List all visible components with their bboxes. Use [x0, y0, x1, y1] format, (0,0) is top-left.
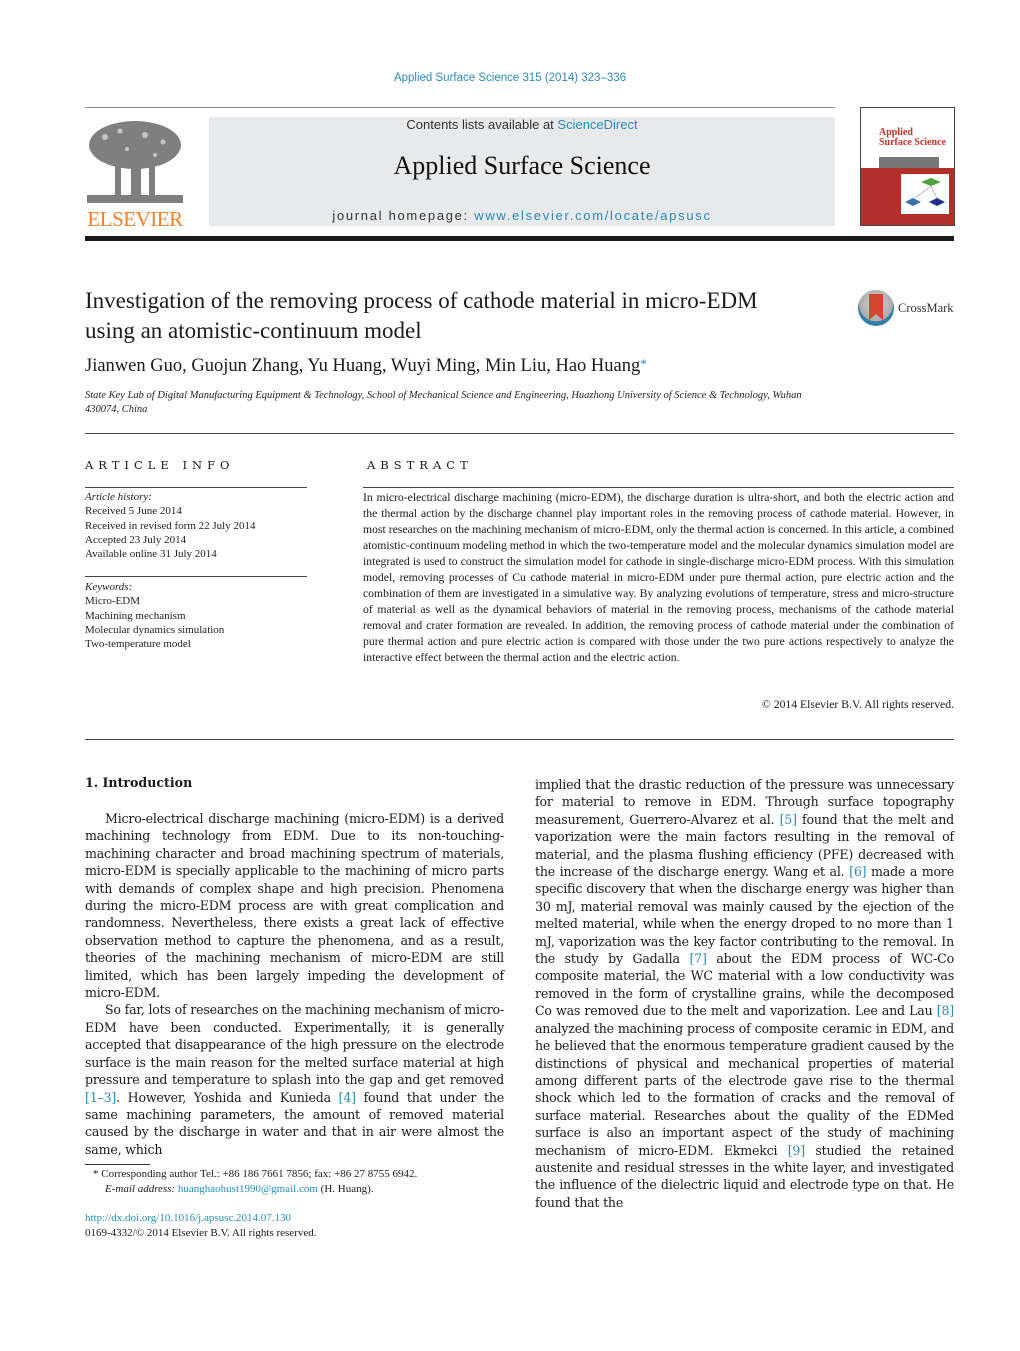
journal-cover-thumbnail[interactable]: Applied Surface Science [860, 107, 955, 226]
title-divider [85, 433, 954, 434]
contents-availability: Contents lists available at ScienceDirec… [209, 117, 835, 133]
history-received: Received 5 June 2014 [85, 505, 182, 518]
reference-link-6[interactable]: [6] [849, 864, 866, 879]
reference-link-9[interactable]: [9] [788, 1143, 805, 1158]
doi-block: http://dx.doi.org/10.1016/j.apsusc.2014.… [85, 1211, 317, 1241]
issn-copyright: 0169-4332/© 2014 Elsevier B.V. All right… [85, 1227, 317, 1239]
crossmark-label: CrossMark [898, 301, 954, 315]
footnotes: * Corresponding author Tel.: +86 186 766… [93, 1167, 513, 1197]
reference-link-5[interactable]: [5] [780, 812, 797, 827]
masthead-thick-rule [85, 236, 954, 241]
cover-graphic-icon [905, 178, 945, 206]
intro-paragraph-2: So far, lots of researches on the machin… [85, 1002, 504, 1157]
authors-names: Jianwen Guo, Guojun Zhang, Yu Huang, Wuy… [85, 356, 641, 376]
journal-banner: Contents lists available at ScienceDirec… [209, 117, 835, 226]
footnote-divider [85, 1164, 150, 1165]
email-note: E-mail address: huanghaohust1990@gmail.c… [105, 1183, 374, 1195]
crossmark-button[interactable]: CrossMark [858, 290, 958, 330]
abstract-label: ABSTRACT [367, 458, 473, 472]
intro-paragraph-1: Micro-electrical discharge machining (mi… [85, 811, 504, 1001]
doi-link[interactable]: http://dx.doi.org/10.1016/j.apsusc.2014.… [85, 1212, 291, 1224]
article-history: Article history: Received 5 June 2014 Re… [85, 490, 307, 561]
elsevier-logo: ELSEVIER [85, 117, 185, 231]
section-heading-introduction: 1. Introduction [85, 775, 193, 790]
keywords: Keywords: Micro-EDM Machining mechanism … [85, 580, 307, 651]
reference-link-7[interactable]: [7] [689, 951, 706, 966]
reference-link-4[interactable]: [4] [339, 1090, 356, 1105]
journal-citation-link[interactable]: Applied Surface Science 315 (2014) 323–3… [0, 72, 1020, 84]
cover-title: Applied Surface Science [879, 127, 946, 148]
author-list: Jianwen Guo, Guojun Zhang, Yu Huang, Wuy… [85, 356, 647, 377]
homepage-link[interactable]: www.elsevier.com/locate/apsusc [474, 208, 711, 223]
article-info-label: ARTICLE INFO [85, 458, 235, 472]
journal-name: Applied Surface Science [393, 151, 651, 180]
corresponding-author-marker[interactable]: * [640, 356, 647, 371]
keyword-item: Micro-EDM [85, 595, 140, 608]
history-online: Available online 31 July 2014 [85, 548, 217, 561]
history-accepted: Accepted 23 July 2014 [85, 533, 187, 546]
abstract-text: In micro-electrical discharge machining … [363, 491, 954, 664]
corresponding-author-note: * Corresponding author Tel.: +86 186 766… [93, 1168, 418, 1180]
cover-figure [901, 174, 949, 214]
abstract-copyright: © 2014 Elsevier B.V. All rights reserved… [761, 698, 954, 711]
email-link[interactable]: huanghaohust1990@gmail.com [178, 1183, 318, 1195]
keyword-item: Molecular dynamics simulation [85, 623, 225, 636]
sciencedirect-link[interactable]: ScienceDirect [557, 117, 637, 132]
body-column-left: Micro-electrical discharge machining (mi… [85, 810, 504, 1158]
article-history-heading: Article history: [85, 491, 152, 503]
keyword-item: Two-temperature model [85, 638, 191, 651]
elsevier-wordmark: ELSEVIER [87, 207, 183, 231]
body-column-right: implied that the drastic reduction of th… [535, 776, 954, 1211]
keyword-item: Machining mechanism [85, 609, 186, 622]
contents-prefix: Contents lists available at [406, 117, 558, 132]
abstract-divider [363, 487, 954, 488]
keywords-heading: Keywords: [85, 581, 133, 593]
article-info-divider [85, 487, 307, 488]
keywords-divider [85, 576, 307, 577]
abstract-bottom-divider [85, 739, 954, 740]
history-revised: Received in revised form 22 July 2014 [85, 519, 256, 532]
reference-link-1-3[interactable]: [1–3] [85, 1090, 116, 1105]
masthead-divider [85, 107, 835, 108]
intro-paragraph-2-continued: implied that the drastic reduction of th… [535, 777, 955, 1210]
elsevier-tree-icon [87, 121, 183, 203]
reference-link-8[interactable]: [8] [937, 1003, 954, 1018]
journal-homepage: journal homepage: www.elsevier.com/locat… [209, 208, 835, 223]
author-affiliation: State Key Lab of Digital Manufacturing E… [85, 390, 802, 415]
article-title: Investigation of the removing process of… [85, 288, 758, 343]
homepage-prefix: journal homepage: [332, 208, 475, 223]
